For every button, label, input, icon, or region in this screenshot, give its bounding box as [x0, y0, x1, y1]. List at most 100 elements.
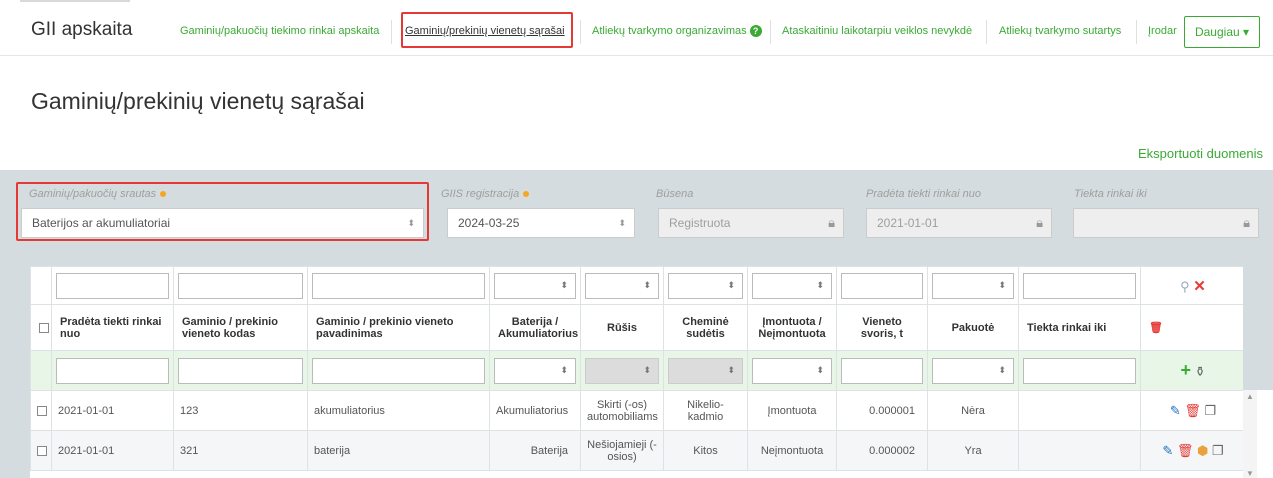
- table-right-gutter: [1243, 266, 1273, 390]
- filter-cell: [836, 266, 928, 305]
- close-icon[interactable]: ✕: [1193, 278, 1206, 295]
- filter-start-input[interactable]: [56, 272, 169, 299]
- app-brand[interactable]: GII apskaita: [31, 19, 132, 41]
- product-grid: ⬍ ⬍ ⬍ ⬍ ⬍ ⚲ ✕ Pradėta tiekti rinkai nuo …: [30, 266, 1243, 471]
- header-chem[interactable]: Cheminė sudėtis: [663, 304, 748, 351]
- select-arrow-icon: ⬍: [560, 364, 568, 375]
- nav-item-waste-organization[interactable]: Atliekų tvarkymo organizavimas?: [592, 16, 762, 46]
- giis-label: GIIS registracija: [441, 188, 530, 200]
- header-select-all: [30, 304, 52, 351]
- new-pack-select[interactable]: ⬍: [932, 357, 1014, 384]
- select-arrow-icon: ⬍: [643, 279, 651, 290]
- cell-mounted: Neįmontuota: [747, 430, 837, 471]
- new-entry-row: ⬍ ⬍ ⬍ ⬍ ⬍ + ⚱︎: [30, 350, 1243, 391]
- filter-mounted-select[interactable]: ⬍: [752, 272, 832, 299]
- row-checkbox[interactable]: [37, 445, 47, 456]
- new-end-input[interactable]: [1023, 357, 1136, 384]
- filter-type-select[interactable]: ⬍: [494, 272, 576, 299]
- status-value: Registruota: [669, 216, 731, 230]
- header-pack[interactable]: Pakuotė: [927, 304, 1019, 351]
- select-arrow-icon: ⬍: [816, 279, 824, 290]
- nav-separator: [580, 20, 581, 44]
- table-scrollbar[interactable]: ▲ ▼: [1243, 390, 1257, 478]
- cell-mounted: Įmontuota: [747, 390, 837, 431]
- scroll-up-icon[interactable]: ▲: [1243, 392, 1257, 401]
- select-arrow-icon: ⬍: [727, 279, 735, 290]
- new-name-input[interactable]: [312, 357, 485, 384]
- filter-chem-select[interactable]: ⬍: [668, 272, 743, 299]
- new-weight-input[interactable]: [841, 357, 923, 384]
- nav-item-supply-accounting[interactable]: Gaminių/pakuočių tiekimo rinkai apskaita: [180, 16, 379, 46]
- giis-date-select[interactable]: 2024-03-25 ⬍: [447, 208, 635, 238]
- select-all-checkbox[interactable]: [39, 322, 49, 333]
- cell-weight: 0.000002: [836, 430, 928, 471]
- pencil-icon[interactable]: ✎: [1170, 403, 1181, 418]
- cell-kind: Nešiojamieji (-osios): [580, 430, 664, 471]
- search-icon[interactable]: ⚲: [1180, 279, 1190, 294]
- filter-code-input[interactable]: [178, 272, 303, 299]
- cell-pack: Nėra: [927, 390, 1019, 431]
- new-start-input[interactable]: [56, 357, 169, 384]
- table-row[interactable]: 2021-01-01 321 baterija Baterija Nešioja…: [30, 430, 1243, 471]
- import-icon[interactable]: ⚱︎: [1195, 364, 1206, 379]
- header-kind[interactable]: Rūšis: [580, 304, 664, 351]
- header-weight[interactable]: Vieneto svoris, t: [836, 304, 928, 351]
- select-arrow-icon: ⬍: [998, 364, 1006, 375]
- nav-item-waste-contracts[interactable]: Atliekų tvarkymo sutartys: [999, 16, 1121, 46]
- new-type-select[interactable]: ⬍: [494, 357, 576, 384]
- trash-icon[interactable]: 🗑︎: [1184, 403, 1201, 418]
- scroll-down-icon[interactable]: ▼: [1243, 469, 1257, 478]
- table-row[interactable]: 2021-01-01 123 akumuliatorius Akumuliato…: [30, 390, 1243, 431]
- filter-cell: [1018, 266, 1141, 305]
- filter-weight-input[interactable]: [841, 272, 923, 299]
- filter-end-input[interactable]: [1023, 272, 1136, 299]
- nav-item-no-activity[interactable]: Ataskaitiniu laikotarpiu veiklos nevykdė: [782, 16, 972, 46]
- package-icon[interactable]: ⬢: [1197, 443, 1208, 458]
- cell-end: [1018, 430, 1141, 471]
- select-arrow-icon: ⬍: [816, 364, 824, 375]
- new-mounted-select[interactable]: ⬍: [752, 357, 832, 384]
- cell-type: Akumuliatorius: [489, 390, 581, 431]
- pencil-icon[interactable]: ✎: [1162, 443, 1173, 458]
- cell-type: Baterija: [489, 430, 581, 471]
- cell-start: 2021-01-01: [51, 390, 174, 431]
- header-start[interactable]: Pradėta tiekti rinkai nuo: [51, 304, 174, 351]
- export-data-link[interactable]: Eksportuoti duomenis: [1138, 146, 1263, 161]
- new-cell: ⬍: [663, 350, 748, 391]
- header-type[interactable]: Baterija / Akumuliatorius: [489, 304, 581, 351]
- plus-icon[interactable]: +: [1180, 360, 1191, 380]
- trash-icon[interactable]: 🗑︎: [1177, 443, 1194, 458]
- top-accent-line: [20, 0, 130, 2]
- nav-item-evidence[interactable]: Įrodar: [1148, 16, 1177, 46]
- row-checkbox[interactable]: [37, 405, 47, 416]
- cell-name: akumuliatorius: [307, 390, 490, 431]
- new-code-input[interactable]: [178, 357, 303, 384]
- filter-name-input[interactable]: [312, 272, 485, 299]
- start-date-value: 2021-01-01: [877, 216, 939, 230]
- filter-cell: ⬍: [663, 266, 748, 305]
- new-cell: ⬍: [747, 350, 837, 391]
- help-icon[interactable]: ?: [749, 25, 762, 38]
- nav-separator: [391, 20, 392, 44]
- start-date-label: Pradėta tiekti rinkai nuo: [866, 188, 981, 200]
- select-arrow-icon: ⬍: [998, 279, 1006, 290]
- select-arrow-icon: ⬍: [560, 279, 568, 290]
- status-label: Būsena: [656, 188, 694, 200]
- filter-kind-select[interactable]: ⬍: [585, 272, 659, 299]
- copy-icon[interactable]: ❐: [1205, 403, 1217, 418]
- header-end[interactable]: Tiekta rinkai iki: [1018, 304, 1141, 351]
- filter-pack-select[interactable]: ⬍: [932, 272, 1014, 299]
- row-select: [30, 430, 52, 471]
- new-cell: [173, 350, 308, 391]
- more-menu-button[interactable]: Daugiau ▾: [1184, 16, 1260, 48]
- copy-icon[interactable]: ❐: [1212, 443, 1224, 458]
- header-code[interactable]: Gaminio / prekinio vieneto kodas: [173, 304, 308, 351]
- nav-separator: [1136, 20, 1137, 44]
- filter-cell: ⬍: [927, 266, 1019, 305]
- header-mounted[interactable]: Įmontuota / Neįmontuota: [747, 304, 837, 351]
- nav-separator: [986, 20, 987, 44]
- trash-icon[interactable]: 🗑︎: [1149, 322, 1163, 334]
- header-name[interactable]: Gaminio / prekinio vieneto pavadinimas: [307, 304, 490, 351]
- new-cell: [51, 350, 174, 391]
- filter-cell: ⬍: [489, 266, 581, 305]
